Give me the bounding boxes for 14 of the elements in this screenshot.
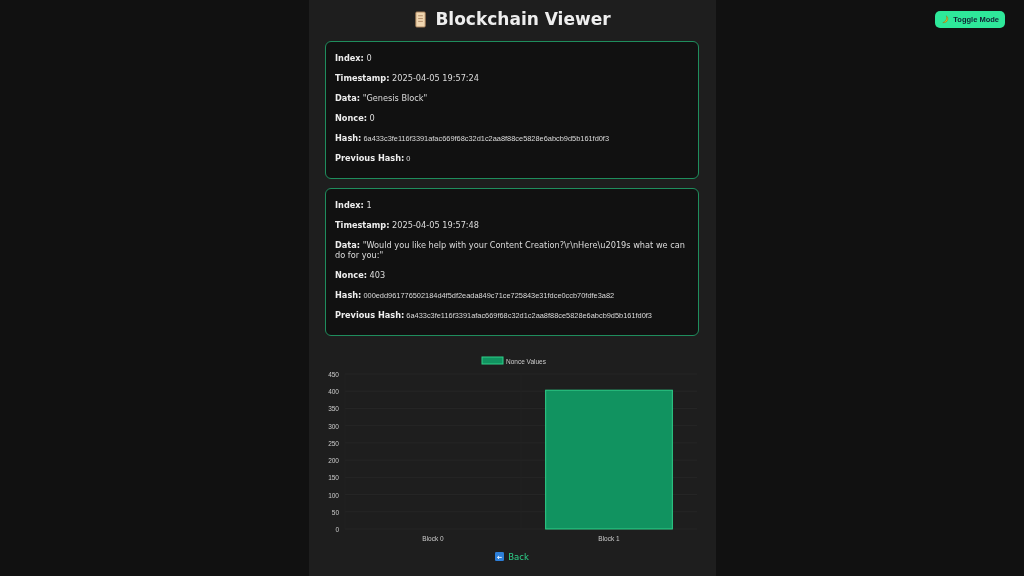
block-field: Nonce: 403 bbox=[335, 270, 689, 280]
page-title: Blockchain Viewer bbox=[435, 9, 611, 29]
block-field: Timestamp: 2025-04-05 19:57:48 bbox=[335, 221, 689, 231]
block-field: Index: 0 bbox=[335, 54, 689, 64]
block-field: Data: "Would you like help with your Content Creation?\r\nHere\u2019s what we can do for you:" bbox=[335, 241, 689, 260]
back-arrow-icon bbox=[495, 552, 505, 561]
block-field: Data: "Genesis Block" bbox=[335, 94, 689, 104]
crescent-moon-icon bbox=[941, 15, 951, 24]
legend-swatch bbox=[481, 356, 504, 364]
back-link[interactable]: Back bbox=[487, 551, 537, 562]
block-field: Nonce: 0 bbox=[335, 114, 689, 124]
block-field: Index: 1 bbox=[335, 201, 689, 211]
block-field: Timestamp: 2025-04-05 19:57:24 bbox=[335, 74, 689, 84]
scroll-icon bbox=[413, 10, 429, 28]
